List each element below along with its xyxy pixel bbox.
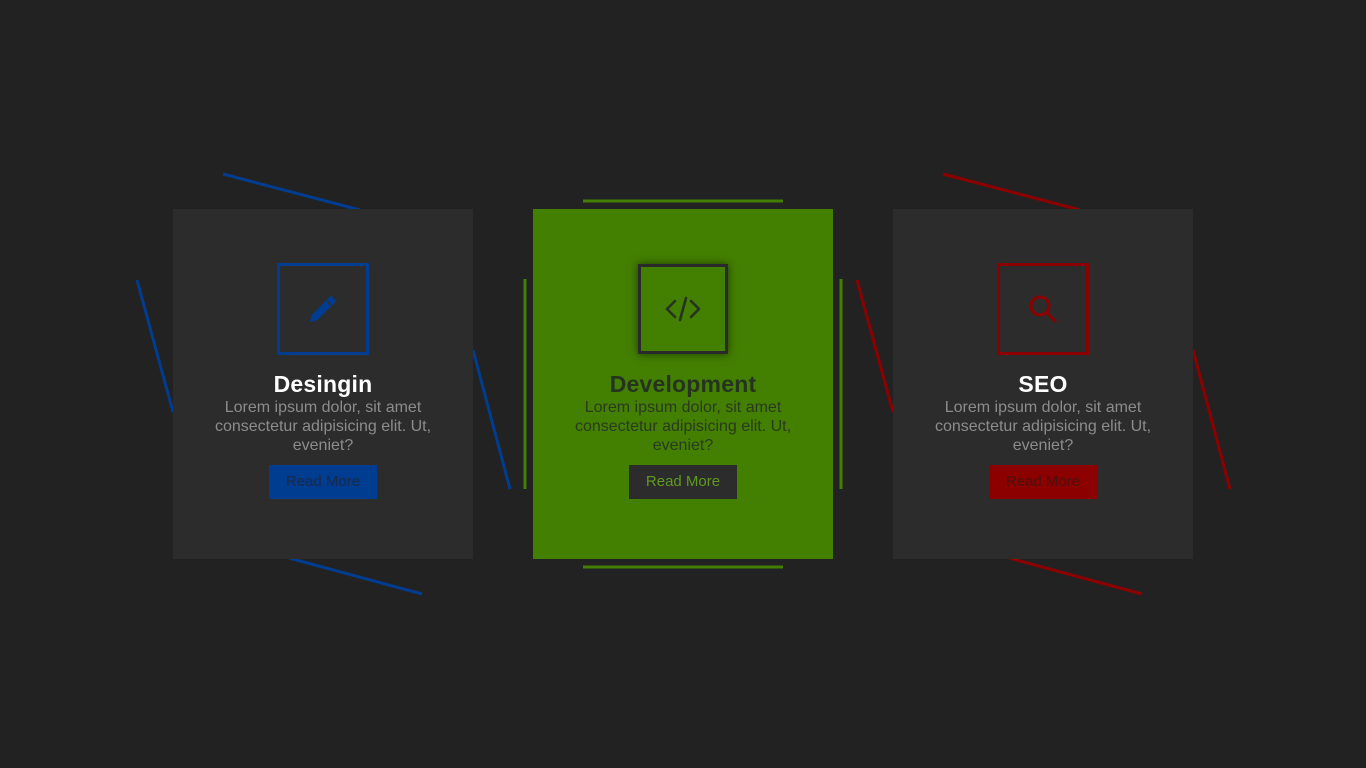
services-section: Desingin Lorem ipsum dolor, sit amet con… xyxy=(0,0,1366,768)
card-description: Lorem ipsum dolor, sit amet consectetur … xyxy=(214,399,432,454)
card-title: Desingin xyxy=(273,371,373,397)
icon-frame xyxy=(997,263,1089,355)
service-card-development: Development Lorem ipsum dolor, sit amet … xyxy=(533,209,833,559)
read-more-button[interactable]: Read More xyxy=(269,465,377,499)
code-icon xyxy=(665,296,701,322)
pencil-icon xyxy=(310,296,336,322)
service-card-seo: SEO Lorem ipsum dolor, sit amet consecte… xyxy=(893,209,1193,559)
service-card-development-wrapper: Development Lorem ipsum dolor, sit amet … xyxy=(523,199,843,569)
icon-frame xyxy=(638,264,728,354)
card-description: Lorem ipsum dolor, sit amet consectetur … xyxy=(934,399,1152,454)
read-more-button[interactable]: Read More xyxy=(629,465,737,499)
service-card-design-wrapper: Desingin Lorem ipsum dolor, sit amet con… xyxy=(135,172,512,596)
service-card-design: Desingin Lorem ipsum dolor, sit amet con… xyxy=(173,209,473,559)
read-more-button[interactable]: Read More xyxy=(989,465,1097,499)
card-description: Lorem ipsum dolor, sit amet consectetur … xyxy=(574,399,792,454)
service-card-seo-wrapper: SEO Lorem ipsum dolor, sit amet consecte… xyxy=(855,172,1232,596)
icon-frame xyxy=(277,263,369,355)
card-title: Development xyxy=(609,371,757,397)
card-title: SEO xyxy=(1018,371,1068,397)
search-icon xyxy=(1029,295,1057,323)
